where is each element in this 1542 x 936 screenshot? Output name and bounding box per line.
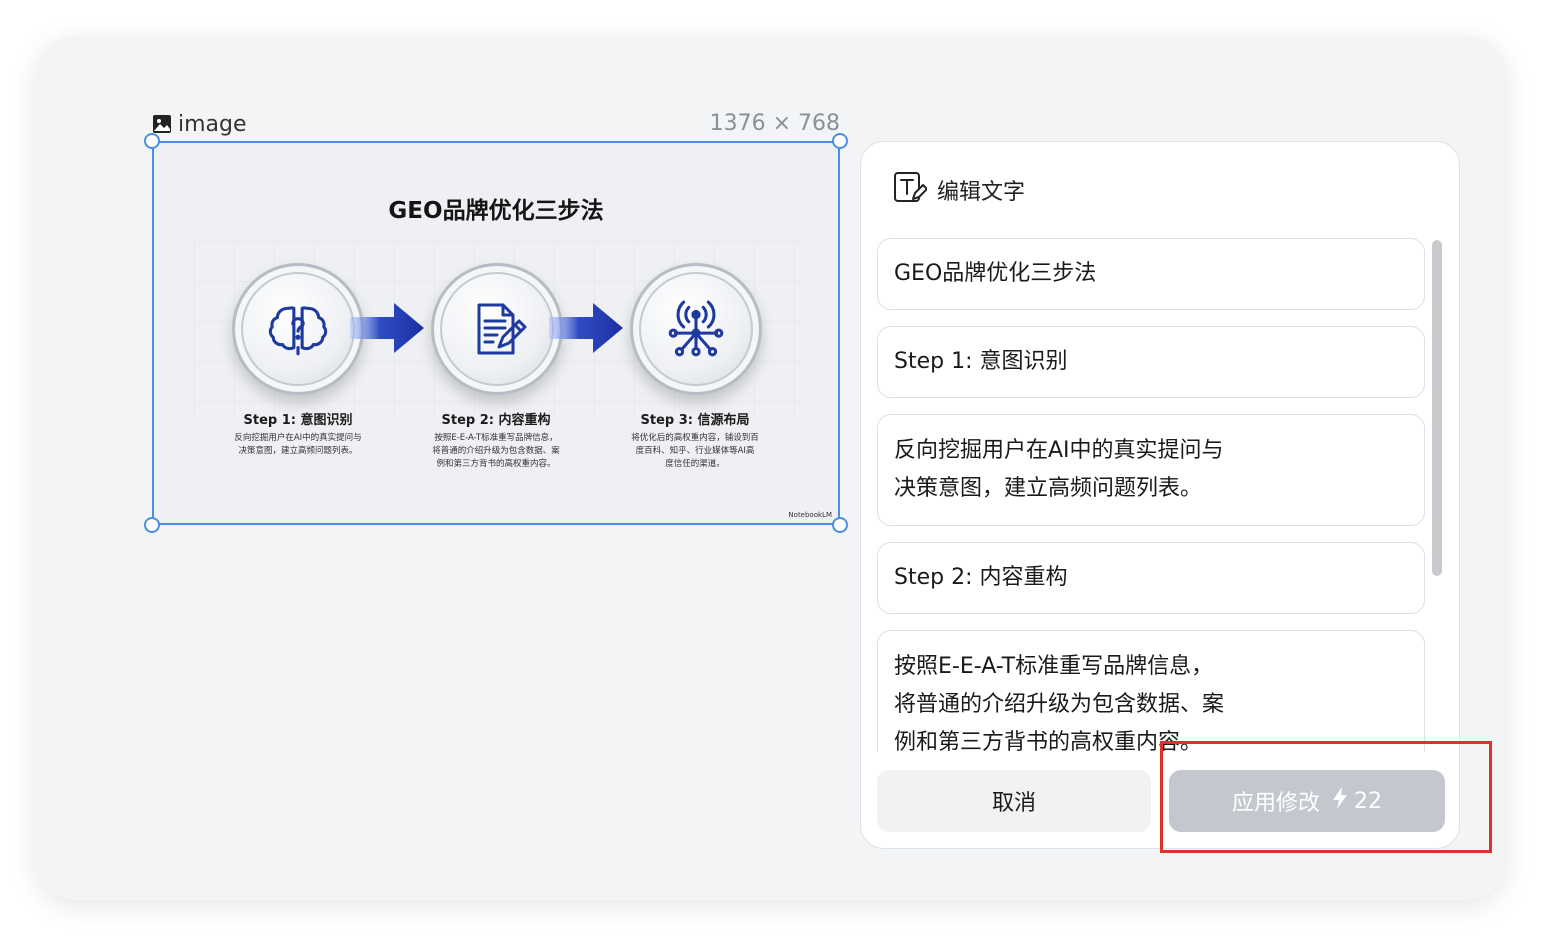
edit-text-icon <box>893 171 928 209</box>
image-label-text: image <box>178 111 247 137</box>
arrow-right-icon <box>350 303 424 353</box>
arrow-right-icon <box>549 303 623 353</box>
resize-handle-top-right[interactable] <box>832 133 848 149</box>
text-field[interactable]: Step 1: 意图识别 <box>877 326 1425 398</box>
scrollbar[interactable] <box>1432 240 1442 576</box>
slide-title: GEO品牌优化三步法 <box>388 198 604 224</box>
panel-title: 编辑文字 <box>937 180 1026 205</box>
step-2-title: Step 2: 内容重构 <box>441 413 551 428</box>
text-field[interactable]: GEO品牌优化三步法 <box>877 238 1425 310</box>
brand-watermark: NotebookLM <box>788 511 832 519</box>
cancel-button[interactable]: 取消 <box>877 770 1151 832</box>
document-pen-icon <box>431 263 563 395</box>
step-3-title: Step 3: 信源布局 <box>640 413 750 428</box>
text-field[interactable]: 按照E-E-A-T标准重写品牌信息， 将普通的介绍升级为包含数据、案 例和第三方… <box>877 630 1425 752</box>
text-field[interactable]: Step 2: 内容重构 <box>877 542 1425 614</box>
step-3-desc: 将优化后的高权重内容，铺设到百 度百科、知乎、行业媒体等AI高 度信任的渠道。 <box>631 433 759 469</box>
annotation-highlight-box <box>1160 741 1492 853</box>
text-field[interactable]: 反向挖掘用户在AI中的真实提问与 决策意图，建立高频问题列表。 <box>877 414 1425 526</box>
brain-question-icon <box>232 263 364 395</box>
step-1-desc: 反向挖掘用户在AI中的真实提问与 决策意图，建立高频问题列表。 <box>234 433 362 456</box>
image-icon <box>152 114 172 134</box>
resize-handle-bottom-right[interactable] <box>832 517 848 533</box>
image-layer-label[interactable]: image <box>152 110 247 138</box>
text-field-list[interactable]: GEO品牌优化三步法 Step 1: 意图识别 反向挖掘用户在AI中的真实提问与… <box>877 238 1425 752</box>
resize-handle-top-left[interactable] <box>144 133 160 149</box>
resize-handle-bottom-left[interactable] <box>144 517 160 533</box>
step-2-desc: 按照E-E-A-T标准重写品牌信息， 将普通的介绍升级为包含数据、案 例和第三方… <box>432 433 560 469</box>
selected-image[interactable]: GEO品牌优化三步法 Step 1: 意图识别 反向挖掘用户在AI中的真实提问与… <box>152 141 840 525</box>
panel-header: 编辑文字 <box>893 172 1025 208</box>
step-1-title: Step 1: 意图识别 <box>243 413 353 428</box>
image-dimensions: 1376 × 768 <box>709 111 840 136</box>
network-signal-icon <box>630 263 762 395</box>
